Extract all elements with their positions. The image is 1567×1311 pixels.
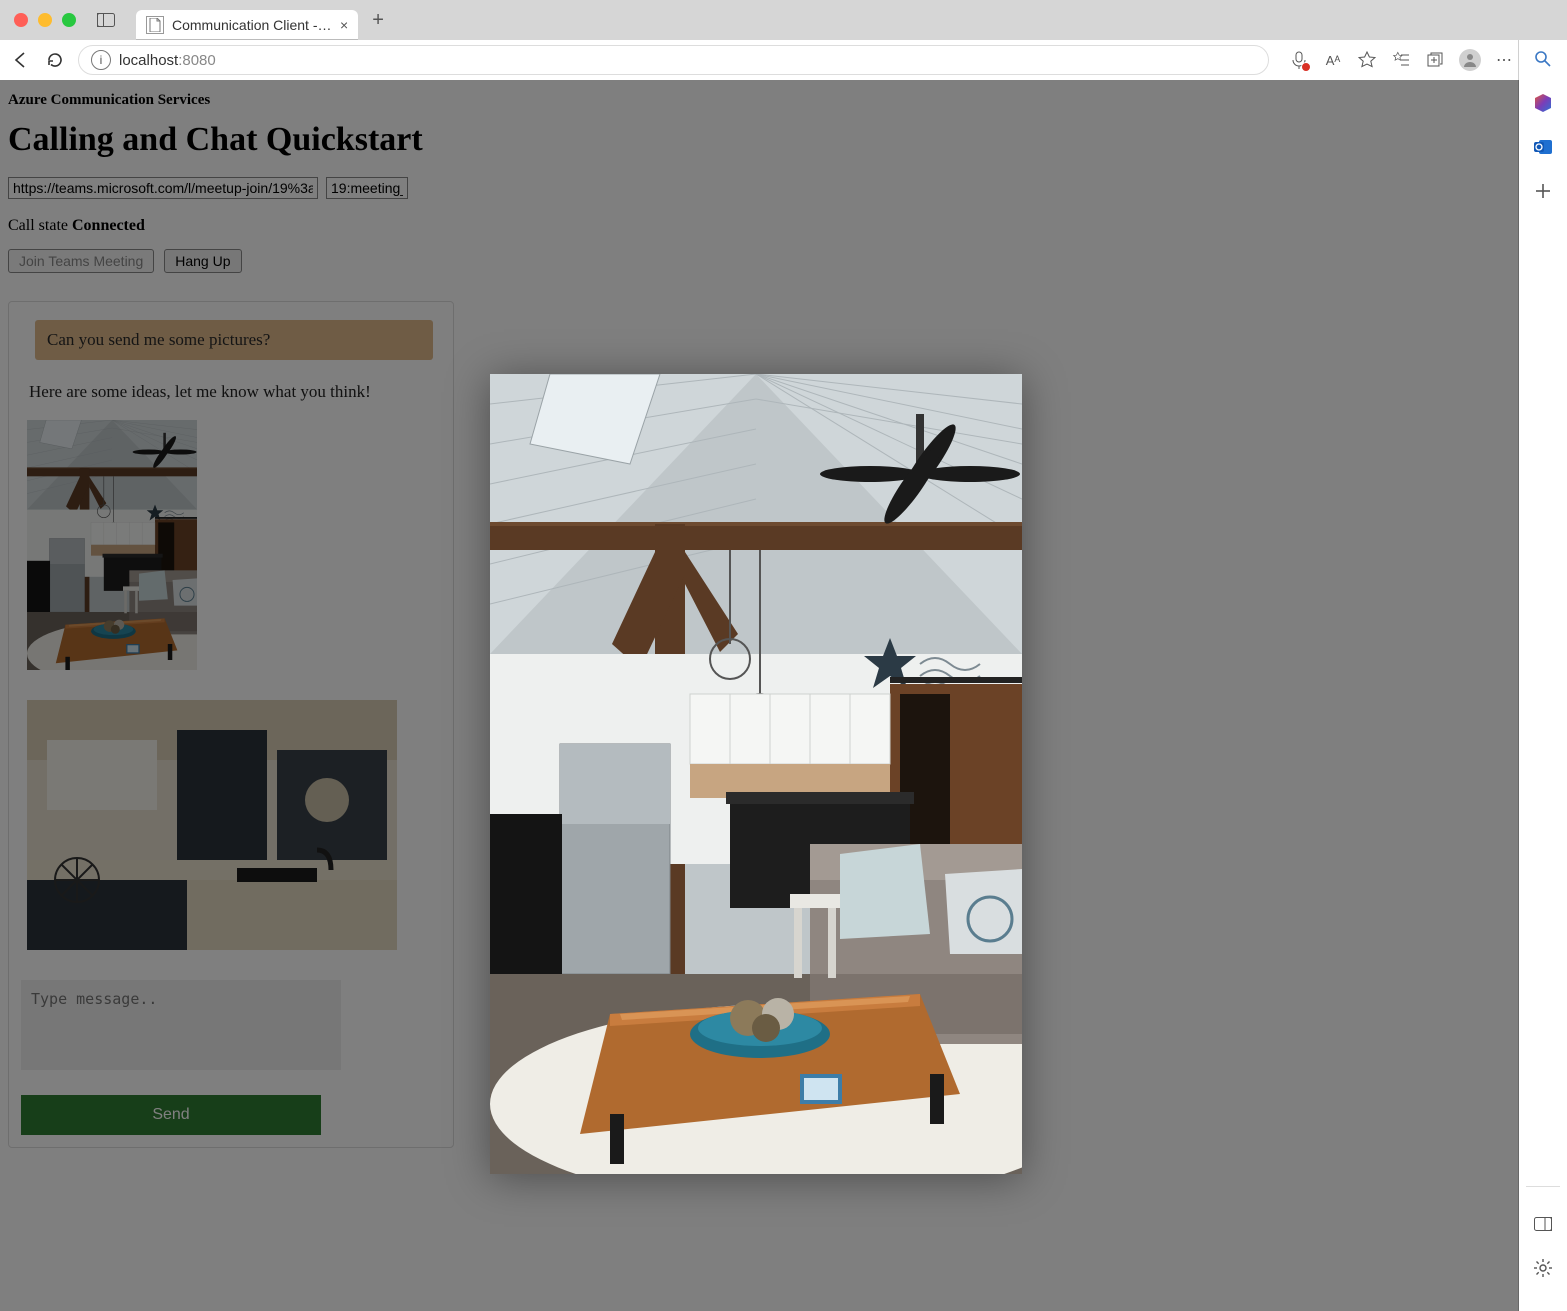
favorite-star-icon[interactable] (1357, 50, 1377, 70)
refresh-button[interactable] (44, 49, 66, 71)
sidebar-panel-icon[interactable] (1532, 1213, 1554, 1235)
outlook-icon[interactable] (1532, 136, 1554, 158)
new-tab-button[interactable]: + (372, 9, 384, 32)
tab-title: Communication Client - Calling (172, 17, 332, 33)
window-controls (14, 13, 76, 27)
toolbar-right: Aᴬ ⋯ (1289, 46, 1557, 74)
tab-close-icon[interactable]: × (340, 17, 348, 33)
microphone-icon[interactable] (1289, 50, 1309, 70)
page-icon (146, 16, 164, 34)
back-button[interactable] (10, 49, 32, 71)
tab-overview-icon[interactable] (96, 10, 116, 30)
close-window-button[interactable] (14, 13, 28, 27)
image-lightbox[interactable] (490, 374, 1022, 1174)
address-bar[interactable]: i localhost:8080 (78, 45, 1269, 75)
collections-icon[interactable] (1425, 50, 1445, 70)
toolbar: i localhost:8080 Aᴬ ⋯ (0, 40, 1567, 81)
profile-avatar-icon[interactable] (1459, 49, 1481, 71)
browser-tab[interactable]: Communication Client - Calling × (136, 10, 358, 40)
sidebar-search-icon[interactable] (1532, 48, 1554, 70)
site-info-icon[interactable]: i (91, 50, 111, 70)
url-text: localhost:8080 (119, 52, 216, 69)
edge-sidebar (1518, 40, 1567, 1311)
read-aloud-icon[interactable]: Aᴬ (1323, 50, 1343, 70)
minimize-window-button[interactable] (38, 13, 52, 27)
living-room-large-icon (490, 374, 1022, 1174)
titlebar: Communication Client - Calling × + (0, 0, 1567, 40)
maximize-window-button[interactable] (62, 13, 76, 27)
favorites-list-icon[interactable] (1391, 50, 1411, 70)
page-viewport: Azure Communication Services Calling and… (0, 80, 1519, 1311)
menu-icon[interactable]: ⋯ (1495, 50, 1515, 70)
sidebar-add-icon[interactable] (1532, 180, 1554, 202)
settings-gear-icon[interactable] (1532, 1257, 1554, 1279)
browser-window: Communication Client - Calling × + i loc… (0, 0, 1567, 1311)
m365-icon[interactable] (1532, 92, 1554, 114)
